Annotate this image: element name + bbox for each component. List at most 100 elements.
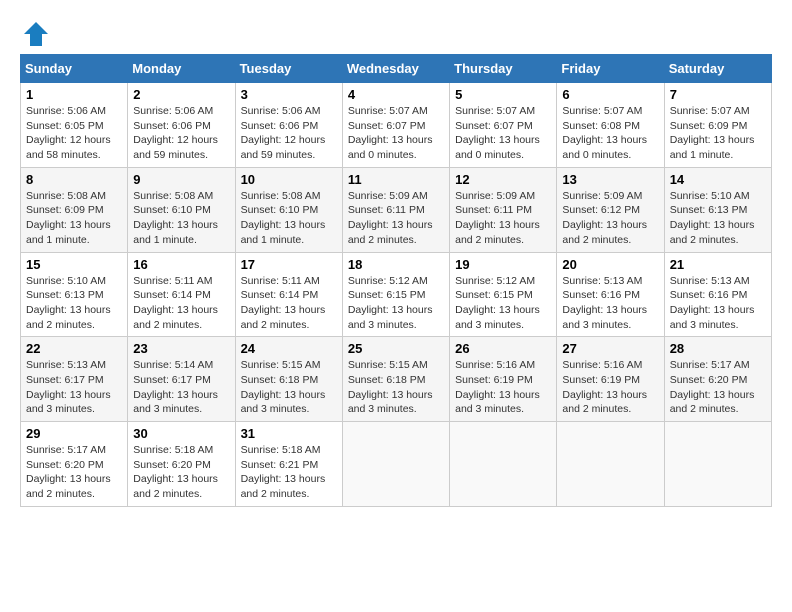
day-info: Sunrise: 5:18 AMSunset: 6:20 PMDaylight:… <box>133 444 218 500</box>
day-info: Sunrise: 5:11 AMSunset: 6:14 PMDaylight:… <box>133 275 218 331</box>
day-number: 7 <box>670 87 766 102</box>
day-number: 28 <box>670 341 766 356</box>
day-info: Sunrise: 5:08 AMSunset: 6:10 PMDaylight:… <box>241 190 326 246</box>
day-info: Sunrise: 5:07 AMSunset: 6:07 PMDaylight:… <box>348 105 433 161</box>
day-number: 20 <box>562 257 658 272</box>
calendar-cell: 18 Sunrise: 5:12 AMSunset: 6:15 PMDaylig… <box>342 252 449 337</box>
day-info: Sunrise: 5:07 AMSunset: 6:07 PMDaylight:… <box>455 105 540 161</box>
day-number: 24 <box>241 341 337 356</box>
calendar-cell: 14 Sunrise: 5:10 AMSunset: 6:13 PMDaylig… <box>664 167 771 252</box>
day-number: 30 <box>133 426 229 441</box>
calendar-week-4: 22 Sunrise: 5:13 AMSunset: 6:17 PMDaylig… <box>21 337 772 422</box>
calendar-cell: 11 Sunrise: 5:09 AMSunset: 6:11 PMDaylig… <box>342 167 449 252</box>
calendar-cell: 16 Sunrise: 5:11 AMSunset: 6:14 PMDaylig… <box>128 252 235 337</box>
page-header <box>20 20 772 44</box>
calendar-cell: 10 Sunrise: 5:08 AMSunset: 6:10 PMDaylig… <box>235 167 342 252</box>
day-info: Sunrise: 5:12 AMSunset: 6:15 PMDaylight:… <box>455 275 540 331</box>
day-info: Sunrise: 5:10 AMSunset: 6:13 PMDaylight:… <box>26 275 111 331</box>
logo <box>20 20 50 44</box>
day-number: 31 <box>241 426 337 441</box>
day-number: 12 <box>455 172 551 187</box>
day-info: Sunrise: 5:08 AMSunset: 6:10 PMDaylight:… <box>133 190 218 246</box>
day-number: 23 <box>133 341 229 356</box>
day-number: 10 <box>241 172 337 187</box>
calendar-cell: 7 Sunrise: 5:07 AMSunset: 6:09 PMDayligh… <box>664 83 771 168</box>
day-number: 13 <box>562 172 658 187</box>
day-number: 19 <box>455 257 551 272</box>
day-info: Sunrise: 5:14 AMSunset: 6:17 PMDaylight:… <box>133 359 218 415</box>
calendar-cell: 25 Sunrise: 5:15 AMSunset: 6:18 PMDaylig… <box>342 337 449 422</box>
day-number: 8 <box>26 172 122 187</box>
day-header-thursday: Thursday <box>450 55 557 83</box>
day-header-saturday: Saturday <box>664 55 771 83</box>
day-number: 1 <box>26 87 122 102</box>
day-number: 29 <box>26 426 122 441</box>
day-info: Sunrise: 5:06 AMSunset: 6:06 PMDaylight:… <box>241 105 326 161</box>
calendar-cell: 31 Sunrise: 5:18 AMSunset: 6:21 PMDaylig… <box>235 422 342 507</box>
day-info: Sunrise: 5:13 AMSunset: 6:16 PMDaylight:… <box>562 275 647 331</box>
day-header-wednesday: Wednesday <box>342 55 449 83</box>
day-number: 3 <box>241 87 337 102</box>
day-info: Sunrise: 5:10 AMSunset: 6:13 PMDaylight:… <box>670 190 755 246</box>
calendar-cell <box>557 422 664 507</box>
calendar-cell: 5 Sunrise: 5:07 AMSunset: 6:07 PMDayligh… <box>450 83 557 168</box>
day-number: 11 <box>348 172 444 187</box>
day-number: 21 <box>670 257 766 272</box>
calendar-cell: 1 Sunrise: 5:06 AMSunset: 6:05 PMDayligh… <box>21 83 128 168</box>
day-info: Sunrise: 5:16 AMSunset: 6:19 PMDaylight:… <box>562 359 647 415</box>
calendar-week-3: 15 Sunrise: 5:10 AMSunset: 6:13 PMDaylig… <box>21 252 772 337</box>
calendar-cell: 8 Sunrise: 5:08 AMSunset: 6:09 PMDayligh… <box>21 167 128 252</box>
day-header-sunday: Sunday <box>21 55 128 83</box>
calendar-cell: 21 Sunrise: 5:13 AMSunset: 6:16 PMDaylig… <box>664 252 771 337</box>
calendar-cell <box>664 422 771 507</box>
day-info: Sunrise: 5:17 AMSunset: 6:20 PMDaylight:… <box>26 444 111 500</box>
day-header-monday: Monday <box>128 55 235 83</box>
day-header-friday: Friday <box>557 55 664 83</box>
calendar-cell: 9 Sunrise: 5:08 AMSunset: 6:10 PMDayligh… <box>128 167 235 252</box>
calendar-cell: 27 Sunrise: 5:16 AMSunset: 6:19 PMDaylig… <box>557 337 664 422</box>
day-number: 25 <box>348 341 444 356</box>
day-info: Sunrise: 5:15 AMSunset: 6:18 PMDaylight:… <box>241 359 326 415</box>
day-number: 2 <box>133 87 229 102</box>
day-info: Sunrise: 5:13 AMSunset: 6:17 PMDaylight:… <box>26 359 111 415</box>
day-header-tuesday: Tuesday <box>235 55 342 83</box>
day-info: Sunrise: 5:18 AMSunset: 6:21 PMDaylight:… <box>241 444 326 500</box>
day-info: Sunrise: 5:07 AMSunset: 6:09 PMDaylight:… <box>670 105 755 161</box>
day-info: Sunrise: 5:08 AMSunset: 6:09 PMDaylight:… <box>26 190 111 246</box>
day-info: Sunrise: 5:06 AMSunset: 6:05 PMDaylight:… <box>26 105 111 161</box>
calendar-cell: 12 Sunrise: 5:09 AMSunset: 6:11 PMDaylig… <box>450 167 557 252</box>
day-number: 16 <box>133 257 229 272</box>
day-number: 9 <box>133 172 229 187</box>
calendar-cell: 13 Sunrise: 5:09 AMSunset: 6:12 PMDaylig… <box>557 167 664 252</box>
day-number: 4 <box>348 87 444 102</box>
calendar-header: SundayMondayTuesdayWednesdayThursdayFrid… <box>21 55 772 83</box>
calendar-week-2: 8 Sunrise: 5:08 AMSunset: 6:09 PMDayligh… <box>21 167 772 252</box>
calendar-cell: 30 Sunrise: 5:18 AMSunset: 6:20 PMDaylig… <box>128 422 235 507</box>
day-number: 26 <box>455 341 551 356</box>
day-info: Sunrise: 5:09 AMSunset: 6:11 PMDaylight:… <box>455 190 540 246</box>
day-number: 15 <box>26 257 122 272</box>
calendar-cell <box>450 422 557 507</box>
calendar-table: SundayMondayTuesdayWednesdayThursdayFrid… <box>20 54 772 507</box>
day-number: 6 <box>562 87 658 102</box>
calendar-cell: 3 Sunrise: 5:06 AMSunset: 6:06 PMDayligh… <box>235 83 342 168</box>
day-number: 22 <box>26 341 122 356</box>
calendar-cell: 20 Sunrise: 5:13 AMSunset: 6:16 PMDaylig… <box>557 252 664 337</box>
calendar-cell: 22 Sunrise: 5:13 AMSunset: 6:17 PMDaylig… <box>21 337 128 422</box>
calendar-cell <box>342 422 449 507</box>
day-info: Sunrise: 5:07 AMSunset: 6:08 PMDaylight:… <box>562 105 647 161</box>
day-info: Sunrise: 5:09 AMSunset: 6:12 PMDaylight:… <box>562 190 647 246</box>
day-number: 17 <box>241 257 337 272</box>
day-number: 18 <box>348 257 444 272</box>
calendar-cell: 23 Sunrise: 5:14 AMSunset: 6:17 PMDaylig… <box>128 337 235 422</box>
calendar-cell: 26 Sunrise: 5:16 AMSunset: 6:19 PMDaylig… <box>450 337 557 422</box>
calendar-cell: 2 Sunrise: 5:06 AMSunset: 6:06 PMDayligh… <box>128 83 235 168</box>
day-info: Sunrise: 5:15 AMSunset: 6:18 PMDaylight:… <box>348 359 433 415</box>
calendar-cell: 15 Sunrise: 5:10 AMSunset: 6:13 PMDaylig… <box>21 252 128 337</box>
day-info: Sunrise: 5:11 AMSunset: 6:14 PMDaylight:… <box>241 275 326 331</box>
calendar-cell: 29 Sunrise: 5:17 AMSunset: 6:20 PMDaylig… <box>21 422 128 507</box>
day-info: Sunrise: 5:09 AMSunset: 6:11 PMDaylight:… <box>348 190 433 246</box>
calendar-cell: 6 Sunrise: 5:07 AMSunset: 6:08 PMDayligh… <box>557 83 664 168</box>
day-number: 27 <box>562 341 658 356</box>
calendar-cell: 19 Sunrise: 5:12 AMSunset: 6:15 PMDaylig… <box>450 252 557 337</box>
